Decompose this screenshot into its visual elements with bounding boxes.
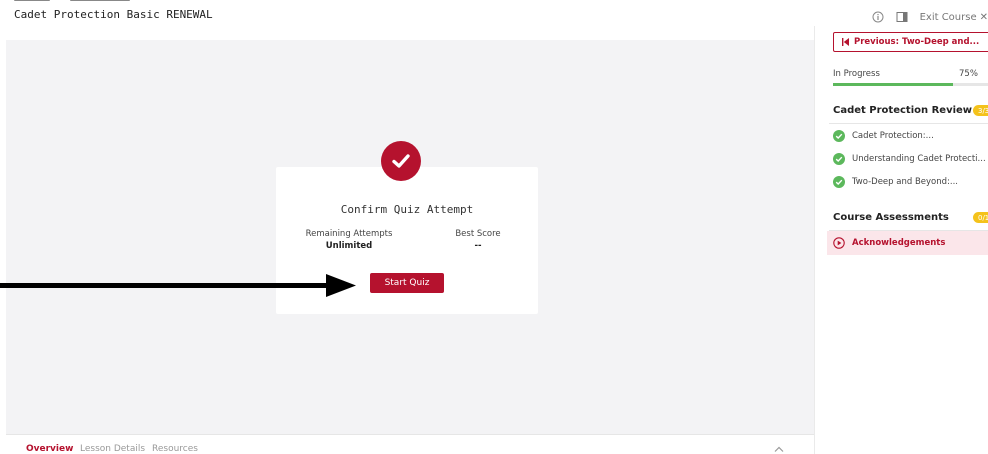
previous-lesson-button[interactable]: Previous: Two-Deep and... xyxy=(833,32,988,52)
best-score-value: -- xyxy=(474,241,482,251)
section-title-cadet-protection-review[interactable]: Cadet Protection Review xyxy=(833,105,972,116)
progress-status: In Progress xyxy=(833,69,880,79)
lesson-item[interactable]: Cadet Protection:... xyxy=(833,130,934,142)
course-title: Cadet Protection Basic RENEWAL xyxy=(14,8,213,21)
lesson-item[interactable]: Understanding Cadet Protecti... xyxy=(833,153,986,165)
section-title-course-assessments[interactable]: Course Assessments xyxy=(833,212,949,223)
tab-overview[interactable]: Overview xyxy=(26,444,73,454)
chevron-up-icon[interactable] xyxy=(774,445,784,453)
lesson-label: Cadet Protection:... xyxy=(852,131,934,141)
check-circle-icon xyxy=(833,176,845,188)
check-circle-icon xyxy=(833,153,845,165)
check-circle-icon xyxy=(833,130,845,142)
quiz-stats: Remaining Attempts Unlimited Best Score … xyxy=(276,228,538,252)
skip-previous-icon xyxy=(842,38,849,46)
progress-bar xyxy=(833,83,988,86)
progress-percent: 75% xyxy=(959,69,978,79)
lesson-label: Acknowledgements xyxy=(852,238,946,248)
best-score-label: Best Score xyxy=(455,229,501,239)
lesson-item[interactable]: Two-Deep and Beyond:... xyxy=(833,176,958,188)
exit-course-button[interactable]: Exit Course ✕ xyxy=(920,12,988,23)
best-score-stat: Best Score -- xyxy=(422,228,534,252)
sidebar-toggle-icon[interactable] xyxy=(896,11,908,23)
lesson-label: Two-Deep and Beyond:... xyxy=(852,177,959,187)
remaining-attempts-stat: Remaining Attempts Unlimited xyxy=(276,228,422,252)
lesson-tabs: Overview Lesson Details Resources xyxy=(6,434,814,454)
previous-lesson-label: Previous: Two-Deep and... xyxy=(854,37,980,47)
section-badge: 0/1 xyxy=(973,212,988,223)
section-divider xyxy=(829,123,988,124)
breadcrumb-stub xyxy=(14,0,244,2)
tab-lesson-details[interactable]: Lesson Details xyxy=(80,444,145,454)
progress-bar-fill xyxy=(833,83,953,86)
lesson-item-active[interactable]: Acknowledgements xyxy=(827,231,988,255)
close-icon: ✕ xyxy=(979,11,988,23)
exit-course-label: Exit Course xyxy=(919,11,977,23)
tab-resources[interactable]: Resources xyxy=(152,444,198,454)
check-icon xyxy=(392,154,410,168)
play-circle-icon xyxy=(833,237,845,249)
section-badge: 3/3 xyxy=(973,105,988,116)
quiz-title: Confirm Quiz Attempt xyxy=(340,203,474,216)
remaining-attempts-label: Remaining Attempts xyxy=(305,229,393,239)
quiz-complete-badge xyxy=(381,141,421,181)
info-icon[interactable] xyxy=(872,11,884,23)
remaining-attempts-value: Unlimited xyxy=(325,241,373,251)
header-tools: Exit Course ✕ xyxy=(872,9,988,25)
pointer-arrow-annotation xyxy=(0,274,356,297)
course-outline-sidebar: Previous: Two-Deep and... In Progress 75… xyxy=(814,26,988,454)
start-quiz-button[interactable]: Start Quiz xyxy=(370,273,444,293)
lesson-label: Understanding Cadet Protecti... xyxy=(852,154,986,164)
